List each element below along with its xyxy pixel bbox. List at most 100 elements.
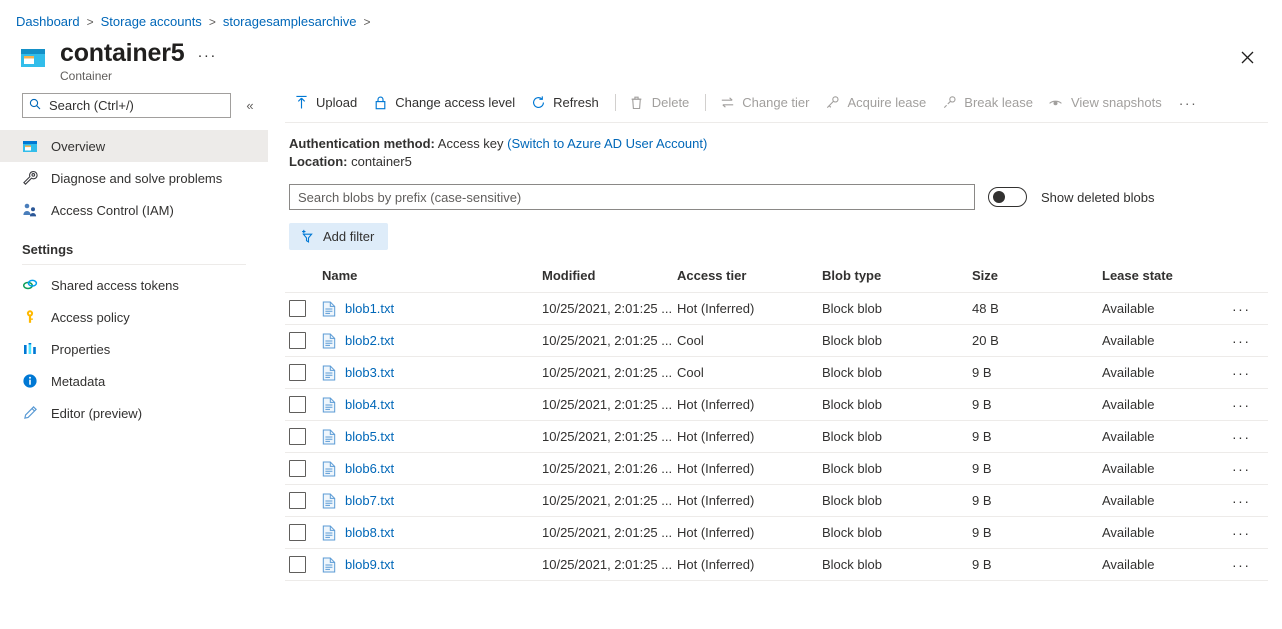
blob-name-link[interactable]: blob8.txt xyxy=(345,525,394,540)
info-icon xyxy=(22,373,38,389)
sidebar-item-diagnose-and-solve-problems[interactable]: Diagnose and solve problems xyxy=(0,162,268,194)
row-size-cell: 9 B xyxy=(972,485,1102,517)
row-lease-state-cell: Available xyxy=(1102,549,1232,581)
blob-name-link[interactable]: blob9.txt xyxy=(345,557,394,572)
sidebar-item-overview[interactable]: Overview xyxy=(0,130,268,162)
sidebar-item-editor-preview[interactable]: Editor (preview) xyxy=(0,397,268,429)
blob-name-link[interactable]: blob6.txt xyxy=(345,461,394,476)
toolbar-more-button[interactable]: ··· xyxy=(1171,88,1206,118)
acquire-lease-button[interactable]: Acquire lease xyxy=(819,88,936,118)
table-row[interactable]: blob8.txt 10/25/2021, 2:01:25 ... Hot (I… xyxy=(285,517,1268,549)
refresh-button[interactable]: Refresh xyxy=(524,88,608,118)
row-checkbox[interactable] xyxy=(289,300,306,317)
sidebar-item-metadata[interactable]: Metadata xyxy=(0,365,268,397)
add-filter-button[interactable]: Add filter xyxy=(289,223,388,250)
switch-auth-link[interactable]: (Switch to Azure AD User Account) xyxy=(507,136,707,151)
page-more-menu-icon[interactable]: ··· xyxy=(197,47,217,64)
row-lease-state-cell: Available xyxy=(1102,325,1232,357)
row-context-menu-button[interactable]: ··· xyxy=(1232,485,1268,517)
row-checkbox[interactable] xyxy=(289,492,306,509)
search-input[interactable] xyxy=(47,97,224,114)
show-deleted-blobs-toggle[interactable] xyxy=(988,187,1027,207)
row-checkbox[interactable] xyxy=(289,524,306,541)
table-row[interactable]: blob9.txt 10/25/2021, 2:01:25 ... Hot (I… xyxy=(285,549,1268,581)
key-icon xyxy=(22,309,38,325)
table-row[interactable]: blob2.txt 10/25/2021, 2:01:25 ... Cool B… xyxy=(285,325,1268,357)
blob-name-link[interactable]: blob2.txt xyxy=(345,333,394,348)
row-lease-state-cell: Available xyxy=(1102,421,1232,453)
row-lease-state-cell: Available xyxy=(1102,485,1232,517)
column-header-name[interactable]: Name xyxy=(322,268,542,293)
row-name-cell: blob5.txt xyxy=(322,421,542,453)
table-row[interactable]: blob7.txt 10/25/2021, 2:01:25 ... Hot (I… xyxy=(285,485,1268,517)
row-name-cell: blob7.txt xyxy=(322,485,542,517)
wrench-icon xyxy=(22,170,38,186)
row-modified-cell: 10/25/2021, 2:01:25 ... xyxy=(542,325,677,357)
table-row[interactable]: blob4.txt 10/25/2021, 2:01:25 ... Hot (I… xyxy=(285,389,1268,421)
sidebar-search-box[interactable] xyxy=(22,93,231,118)
row-blob-type-cell: Block blob xyxy=(822,453,972,485)
column-header-modified[interactable]: Modified xyxy=(542,268,677,293)
change-access-level-button[interactable]: Change access level xyxy=(366,88,524,118)
break-lease-button[interactable]: Break lease xyxy=(935,88,1042,118)
delete-button[interactable]: Delete xyxy=(623,88,699,118)
authentication-method-value: Access key xyxy=(438,136,504,151)
sidebar-item-access-control-iam[interactable]: Access Control (IAM) xyxy=(0,194,268,226)
blob-name-link[interactable]: blob7.txt xyxy=(345,493,394,508)
row-blob-type-cell: Block blob xyxy=(822,549,972,581)
blob-name-link[interactable]: blob1.txt xyxy=(345,301,394,316)
row-context-menu-button[interactable]: ··· xyxy=(1232,325,1268,357)
row-modified-cell: 10/25/2021, 2:01:25 ... xyxy=(542,485,677,517)
change-tier-button[interactable]: Change tier xyxy=(713,88,818,118)
breadcrumb-separator: > xyxy=(364,15,371,29)
row-checkbox[interactable] xyxy=(289,460,306,477)
sidebar-item-properties[interactable]: Properties xyxy=(0,333,268,365)
row-context-menu-button[interactable]: ··· xyxy=(1232,357,1268,389)
row-modified-cell: 10/25/2021, 2:01:25 ... xyxy=(542,517,677,549)
table-row[interactable]: blob6.txt 10/25/2021, 2:01:26 ... Hot (I… xyxy=(285,453,1268,485)
blob-name-link[interactable]: blob3.txt xyxy=(345,365,394,380)
blob-name-link[interactable]: blob5.txt xyxy=(345,429,394,444)
row-checkbox-cell xyxy=(285,421,322,453)
row-checkbox[interactable] xyxy=(289,556,306,573)
column-header-size[interactable]: Size xyxy=(972,268,1102,293)
column-header-lease-state[interactable]: Lease state xyxy=(1102,268,1232,293)
sidebar-item-shared-access-tokens[interactable]: Shared access tokens xyxy=(0,269,268,301)
sidebar-item-label: Properties xyxy=(51,342,110,357)
row-checkbox[interactable] xyxy=(289,332,306,349)
table-row[interactable]: blob5.txt 10/25/2021, 2:01:25 ... Hot (I… xyxy=(285,421,1268,453)
breadcrumb: Dashboard > Storage accounts > storagesa… xyxy=(0,0,1282,32)
row-checkbox[interactable] xyxy=(289,396,306,413)
row-access-tier-cell: Cool xyxy=(677,357,822,389)
breadcrumb-item-storage-accounts[interactable]: Storage accounts xyxy=(101,14,202,29)
row-context-menu-button[interactable]: ··· xyxy=(1232,517,1268,549)
upload-button[interactable]: Upload xyxy=(287,88,366,118)
table-row[interactable]: blob1.txt 10/25/2021, 2:01:25 ... Hot (I… xyxy=(285,293,1268,325)
row-checkbox-cell xyxy=(285,325,322,357)
row-access-tier-cell: Hot (Inferred) xyxy=(677,453,822,485)
blob-name-link[interactable]: blob4.txt xyxy=(345,397,394,412)
column-header-access-tier[interactable]: Access tier xyxy=(677,268,822,293)
authentication-info: Authentication method: Access key (Switc… xyxy=(285,123,1268,171)
row-context-menu-button[interactable]: ··· xyxy=(1232,549,1268,581)
add-filter-icon xyxy=(300,229,315,244)
breadcrumb-item-storage-account[interactable]: storagesamplesarchive xyxy=(223,14,357,29)
row-context-menu-button[interactable]: ··· xyxy=(1232,293,1268,325)
table-row[interactable]: blob3.txt 10/25/2021, 2:01:25 ... Cool B… xyxy=(285,357,1268,389)
table-header-row: Name Modified Access tier Blob type Size… xyxy=(285,268,1268,293)
column-header-blob-type[interactable]: Blob type xyxy=(822,268,972,293)
row-context-menu-button[interactable]: ··· xyxy=(1232,389,1268,421)
sidebar-group-settings: Settings xyxy=(0,226,268,264)
sidebar-item-access-policy[interactable]: Access policy xyxy=(0,301,268,333)
prefix-search-input[interactable] xyxy=(289,184,975,210)
row-context-menu-button[interactable]: ··· xyxy=(1232,421,1268,453)
row-context-menu-button[interactable]: ··· xyxy=(1232,453,1268,485)
add-filter-label: Add filter xyxy=(323,229,374,244)
row-checkbox[interactable] xyxy=(289,364,306,381)
breadcrumb-item-dashboard[interactable]: Dashboard xyxy=(16,14,80,29)
collapse-sidebar-button[interactable]: « xyxy=(242,98,258,113)
row-checkbox[interactable] xyxy=(289,428,306,445)
view-snapshots-button[interactable]: View snapshots xyxy=(1042,88,1171,118)
close-button[interactable] xyxy=(1234,44,1260,70)
toggle-knob xyxy=(993,191,1005,203)
